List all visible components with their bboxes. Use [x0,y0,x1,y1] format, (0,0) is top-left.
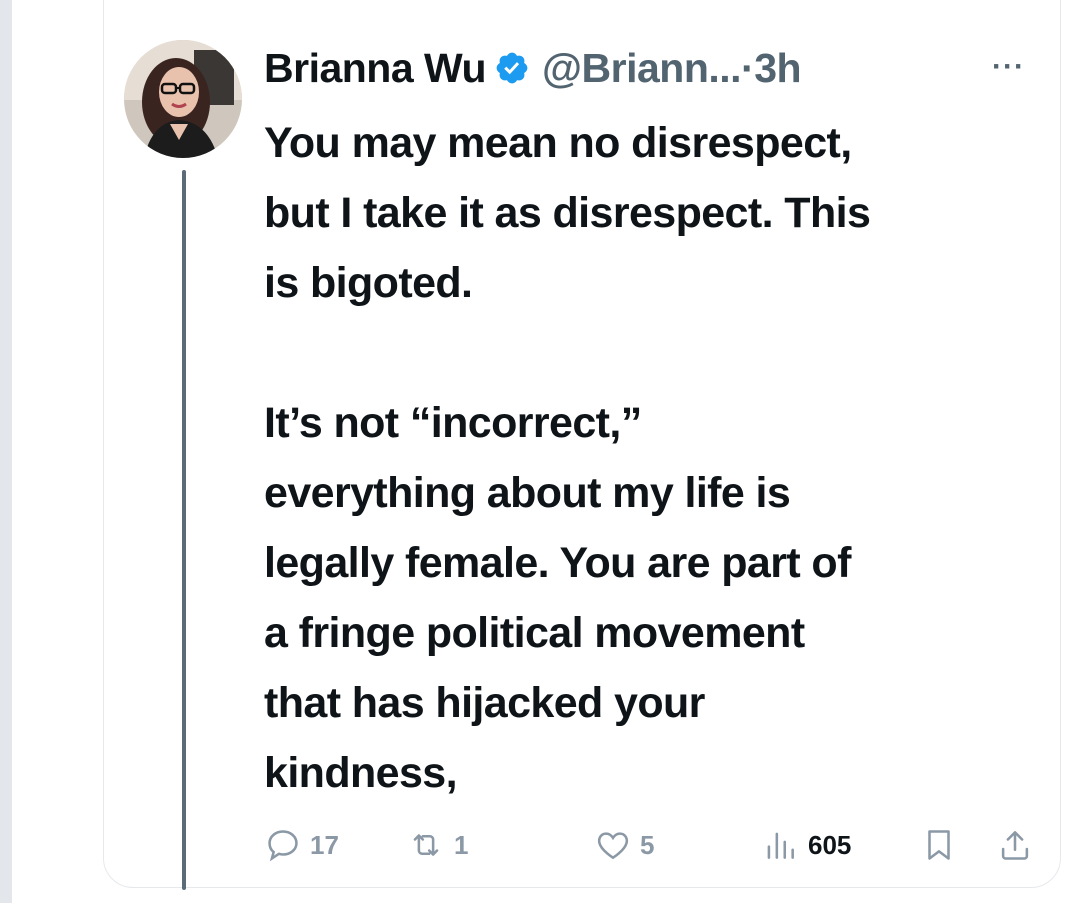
tweet-text-line: everything about my life is [264,469,791,517]
tweet-text: You may mean no disrespect, but I take i… [264,108,1054,808]
avatar-image [124,40,242,158]
tweet-header: Brianna Wu @Briann... · 3h [264,40,802,96]
page-edge-strip [0,0,12,903]
retweet-button[interactable]: 1 [406,826,468,864]
retweet-count: 1 [454,829,469,860]
more-icon[interactable]: ··· [992,50,1025,84]
reply-count: 17 [310,829,339,860]
verified-badge-icon [496,52,528,84]
tweet-time[interactable]: 3h [754,45,801,92]
tweet-actions: 17 1 5 605 [0,826,1089,866]
tweet-text-line: but I take it as disrespect. This [264,189,871,237]
views-button[interactable]: 605 [760,826,851,864]
bookmark-button[interactable] [920,826,958,864]
reply-icon [268,830,298,862]
retweet-icon [413,834,439,856]
like-button[interactable]: 5 [594,826,654,864]
tweet-text-line: a fringe political movement [264,609,805,657]
tweet-text-line: is bigoted. [264,259,473,307]
tweet-text-line: It’s not “incorrect,” [264,399,642,447]
separator-dot: · [741,44,755,91]
views-count: 605 [808,829,852,860]
heart-icon [597,832,629,860]
share-button[interactable] [996,826,1034,864]
bookmark-icon [928,830,950,860]
share-icon [1001,831,1029,860]
author-handle[interactable]: @Briann... [542,45,742,92]
like-count: 5 [640,829,655,860]
tweet-text-line: You may mean no disrespect, [264,119,852,167]
tweet-text-line: kindness, [264,749,458,797]
reply-button[interactable]: 17 [264,826,339,864]
views-icon [767,832,794,859]
avatar[interactable] [124,40,242,158]
author-name[interactable]: Brianna Wu [264,45,487,92]
tweet-text-line: legally female. You are part of [264,539,851,587]
tweet-text-line: that has hijacked your [264,679,705,727]
thread-line [182,170,186,890]
